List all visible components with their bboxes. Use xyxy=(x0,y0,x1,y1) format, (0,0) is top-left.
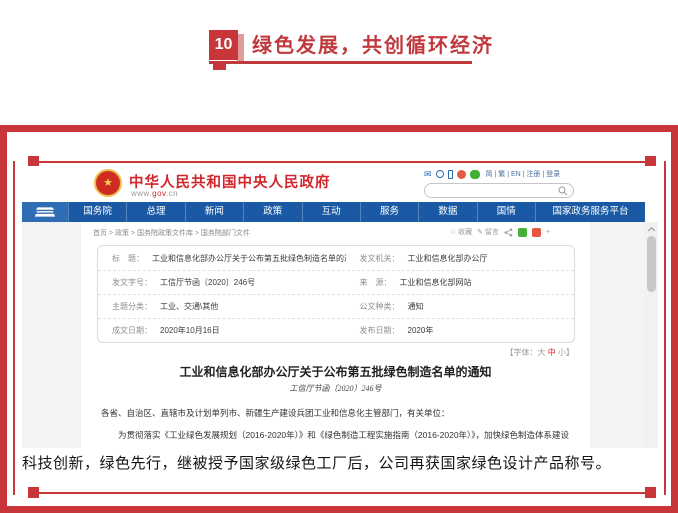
page-actions: ☆ 收藏 ✎ 留言 + xyxy=(450,227,550,237)
tiananmen-home-icon xyxy=(34,206,56,218)
corner-square-bottom-right xyxy=(645,487,656,498)
inner-border-top xyxy=(32,161,652,163)
comment-button[interactable]: ✎ 留言 xyxy=(477,227,499,237)
rss-icon[interactable] xyxy=(436,170,444,178)
meta-value: 2020年 xyxy=(408,325,434,336)
font-large-button[interactable]: 大 xyxy=(538,348,546,357)
scrollbar-thumb[interactable] xyxy=(647,236,656,292)
weibo-share-icon[interactable] xyxy=(532,228,541,237)
table-row: 成文日期： 2020年10月16日 发布日期： 2020年 xyxy=(98,318,574,342)
font-medium-button[interactable]: 中 xyxy=(548,348,556,357)
badge-shadow xyxy=(237,34,244,63)
document-title: 工业和信息化部办公厅关于公布第五批绿色制造名单的通知 xyxy=(81,363,590,380)
fontbar-suffix: 】 xyxy=(566,348,574,357)
wechat-share-icon[interactable] xyxy=(518,228,527,237)
meta-value: 工业和信息化部办公厅 xyxy=(408,253,488,264)
slide-title: 绿色发展，共创循环经济 xyxy=(252,31,494,61)
url-cn: .cn xyxy=(166,189,178,198)
more-share-button[interactable]: + xyxy=(546,229,550,236)
inner-border-right xyxy=(664,161,666,495)
meta-value: 通知 xyxy=(408,301,424,312)
meta-cell-doctype: 公文种类： 通知 xyxy=(346,301,574,312)
search-box[interactable] xyxy=(424,183,574,198)
language-links[interactable]: 简 | 繁 | EN | 注册 | 登录 xyxy=(486,169,561,179)
page-body: 首页 > 政策 > 国务院政策文件库 > 国务院部门文件 ☆ 收藏 ✎ 留言 + xyxy=(22,222,658,448)
document-meta-table: 标 题： 工业和信息化部办公厅关于公布第五批绿色制造名单的通知 发文机关： 工业… xyxy=(97,245,575,343)
document-number: 工信厅节函〔2020〕246号 xyxy=(81,383,590,394)
document-paragraph: 为贯彻落实《工业绿色发展规划（2016-2020年）》和《绿色制造工程实施指南（… xyxy=(101,429,570,442)
meta-cell-publish-date: 发布日期： 2020年 xyxy=(346,325,574,336)
mobile-icon[interactable] xyxy=(448,170,453,179)
scrollbar[interactable] xyxy=(645,222,658,448)
meta-value: 工业和信息化部网站 xyxy=(400,277,472,288)
inner-border-bottom xyxy=(32,492,652,494)
nav-item-shuju[interactable]: 数据 xyxy=(418,202,476,222)
mail-icon[interactable]: ✉ xyxy=(424,170,432,179)
favorite-button[interactable]: ☆ 收藏 xyxy=(450,227,472,237)
slide-number-badge: 10 xyxy=(209,30,238,60)
title-underline xyxy=(209,61,472,64)
meta-label: 公文种类： xyxy=(360,301,400,312)
weibo-icon[interactable] xyxy=(457,170,466,179)
share-icon[interactable] xyxy=(504,228,513,237)
table-row: 主题分类： 工业、交通\其他 公文种类： 通知 xyxy=(98,294,574,318)
slide: 10 绿色发展，共创循环经济 ★ 中华人民共和国中央人民政府 www.gov.c… xyxy=(0,0,678,513)
url-gov: gov xyxy=(152,189,166,198)
breadcrumb[interactable]: 首页 > 政策 > 国务院政策文件库 > 国务院部门文件 xyxy=(93,228,250,238)
search-icon[interactable] xyxy=(558,186,568,196)
meta-cell-docno: 发文字号： 工信厅节函〔2020〕246号 xyxy=(98,277,346,288)
slide-caption: 科技创新，绿色先行，继被授予国家级绿色工厂后，公司再获国家绿色设计产品称号。 xyxy=(22,452,656,475)
meta-cell-written-date: 成文日期： 2020年10月16日 xyxy=(98,325,346,336)
search-input[interactable] xyxy=(432,185,554,196)
url-www: www. xyxy=(131,189,152,198)
meta-label: 成文日期： xyxy=(112,325,152,336)
nav-item-xinwen[interactable]: 新闻 xyxy=(185,202,243,222)
site-header: ★ 中华人民共和国中央人民政府 www.gov.cn ✉ 简 | 繁 | EN … xyxy=(22,166,658,202)
meta-value: 2020年10月16日 xyxy=(160,325,220,336)
webpage-screenshot: ★ 中华人民共和国中央人民政府 www.gov.cn ✉ 简 | 繁 | EN … xyxy=(22,166,658,448)
meta-cell-category: 主题分类： 工业、交通\其他 xyxy=(98,301,346,312)
nav-item-guoqing[interactable]: 国情 xyxy=(477,202,535,222)
document-paragraph: 各省、自治区、直辖市及计划单列市、新疆生产建设兵团工业和信息化主管部门，有关单位… xyxy=(101,407,570,420)
meta-label: 来 源： xyxy=(360,277,392,288)
inner-border-left xyxy=(13,161,15,495)
content-card: 首页 > 政策 > 国务院政策文件库 > 国务院部门文件 ☆ 收藏 ✎ 留言 + xyxy=(81,222,590,448)
meta-cell-title: 标 题： 工业和信息化部办公厅关于公布第五批绿色制造名单的通知 xyxy=(98,253,346,264)
meta-label: 发文字号： xyxy=(112,277,152,288)
nav-item-guowuyuan[interactable]: 国务院 xyxy=(68,202,126,222)
wechat-icon[interactable] xyxy=(470,170,480,179)
meta-label: 标 题： xyxy=(112,253,144,264)
scroll-up-arrow-icon[interactable] xyxy=(648,227,655,234)
meta-label: 发布日期： xyxy=(360,325,400,336)
meta-value: 工信厅节函〔2020〕246号 xyxy=(160,277,255,288)
main-nav: 国务院 总理 新闻 政策 互动 服务 数据 国情 国家政务服务平台 xyxy=(22,202,645,222)
nav-home-item[interactable] xyxy=(22,202,68,222)
nav-item-fuwu[interactable]: 服务 xyxy=(360,202,418,222)
meta-label: 发文机关： xyxy=(360,253,400,264)
site-url: www.gov.cn xyxy=(131,189,178,198)
corner-square-bottom-left xyxy=(28,487,39,498)
nav-item-zhengce[interactable]: 政策 xyxy=(243,202,301,222)
meta-value: 工业、交通\其他 xyxy=(160,301,218,312)
font-size-bar: 【字体：大 中 小】 xyxy=(506,347,574,358)
meta-label: 主题分类： xyxy=(112,301,152,312)
nav-item-zongli[interactable]: 总理 xyxy=(126,202,184,222)
badge-stub xyxy=(213,64,226,70)
fontbar-prefix: 【字体： xyxy=(506,348,538,357)
nav-item-zhengwu-platform[interactable]: 国家政务服务平台 xyxy=(535,202,645,222)
font-small-button[interactable]: 小 xyxy=(558,348,566,357)
meta-value: 工业和信息化部办公厅关于公布第五批绿色制造名单的通知 xyxy=(152,253,346,264)
meta-cell-source: 来 源： 工业和信息化部网站 xyxy=(346,277,574,288)
topbar-icons: ✉ 简 | 繁 | EN | 注册 | 登录 xyxy=(424,169,560,179)
national-emblem-icon[interactable]: ★ xyxy=(94,169,122,197)
meta-cell-issuer: 发文机关： 工业和信息化部办公厅 xyxy=(346,253,574,264)
table-row: 发文字号： 工信厅节函〔2020〕246号 来 源： 工业和信息化部网站 xyxy=(98,270,574,294)
table-row: 标 题： 工业和信息化部办公厅关于公布第五批绿色制造名单的通知 发文机关： 工业… xyxy=(98,246,574,270)
nav-item-hudong[interactable]: 互动 xyxy=(302,202,360,222)
